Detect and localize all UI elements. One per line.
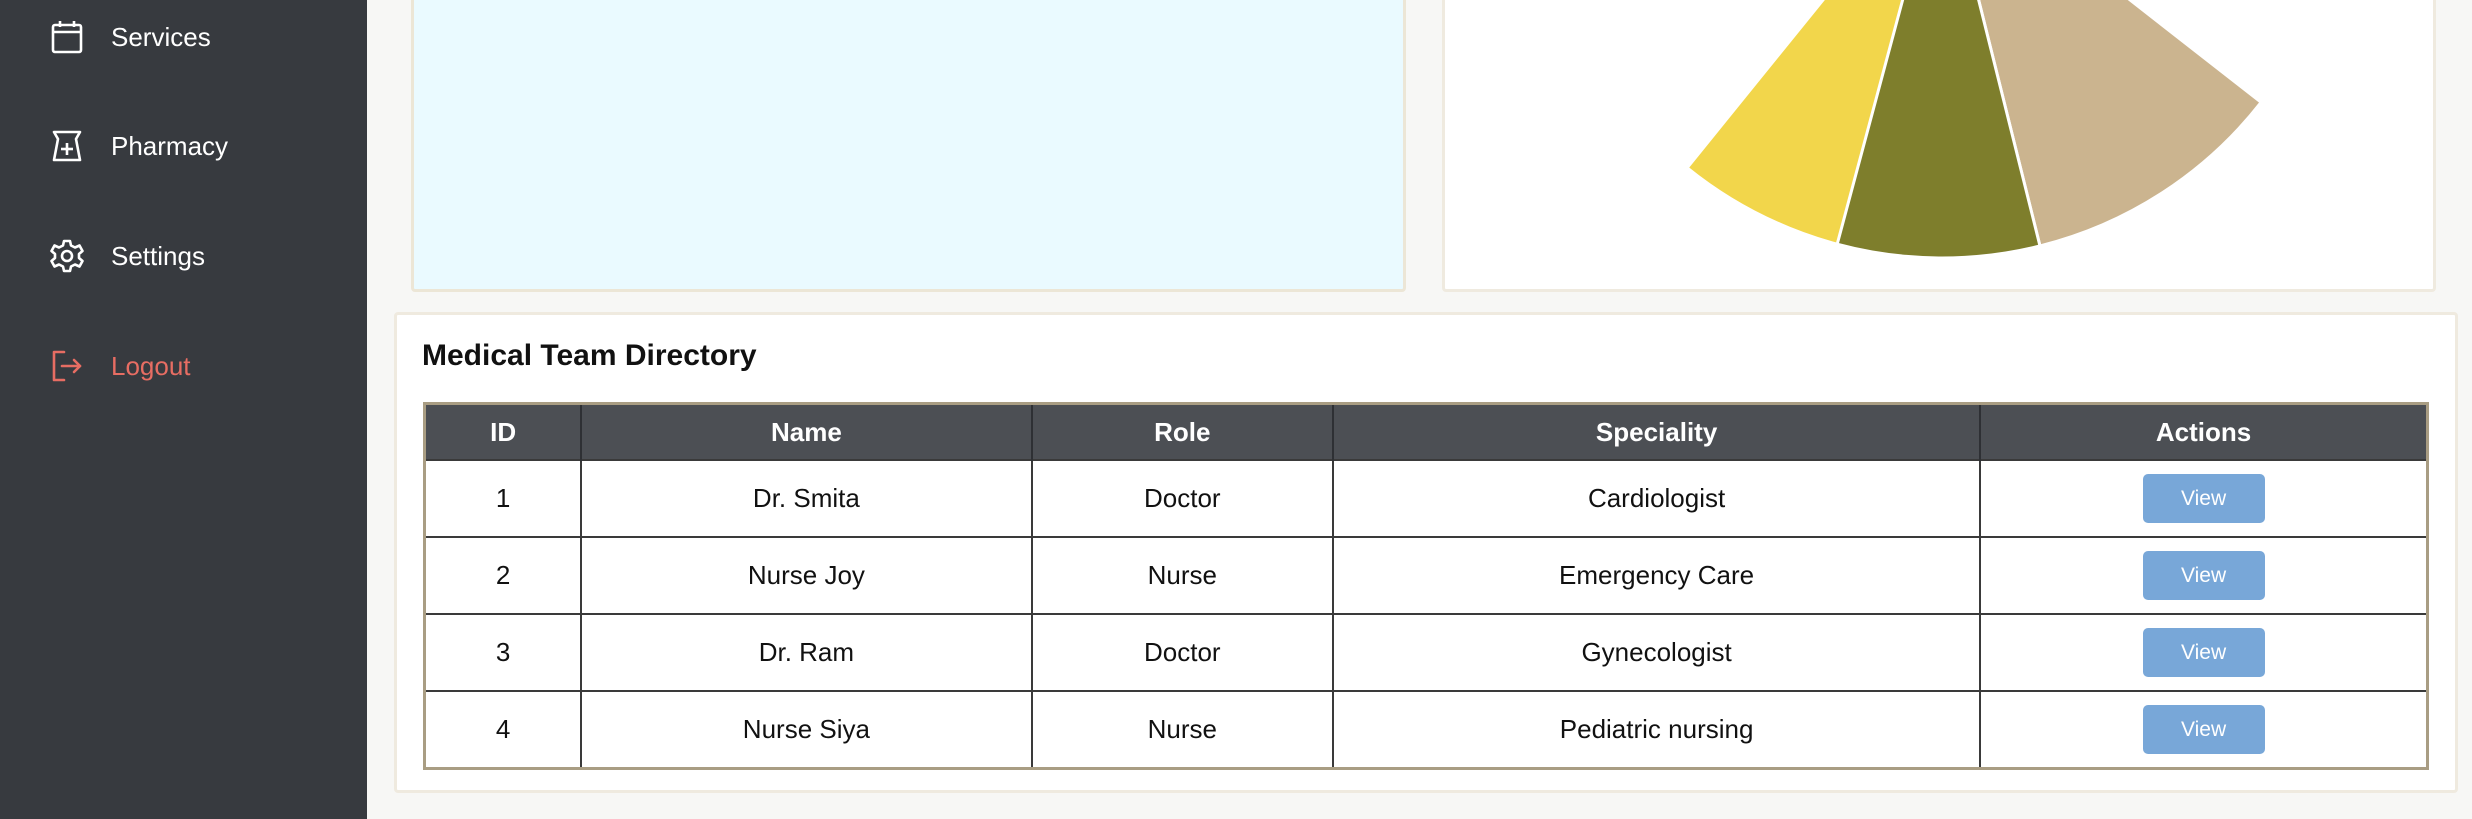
cell-id: 1 (424, 459, 583, 537)
table-row: 4 Nurse Siya Nurse Pediatric nursing Vie… (424, 690, 2428, 769)
cell-id: 4 (424, 690, 583, 769)
cell-speciality: Cardiologist (1333, 459, 1982, 537)
cell-speciality: Emergency Care (1333, 536, 1982, 614)
sidebar-item-label: Pharmacy (111, 130, 229, 161)
column-header-name: Name (581, 403, 1033, 460)
cell-name: Nurse Siya (581, 690, 1033, 769)
cell-id: 2 (424, 536, 583, 614)
column-header-role: Role (1031, 403, 1335, 460)
cell-actions: View (1980, 459, 2428, 537)
view-button[interactable]: View (2142, 474, 2265, 523)
sidebar-item-pharmacy[interactable]: Pharmacy (50, 126, 228, 166)
cell-name: Dr. Smita (581, 459, 1033, 537)
view-button[interactable]: View (2142, 705, 2265, 754)
sidebar-item-label: Logout (111, 350, 191, 381)
pharmacy-icon (50, 129, 84, 163)
table-header-row: ID Name Role Speciality Actions (424, 403, 2428, 460)
table-row: 1 Dr. Smita Doctor Cardiologist View (424, 459, 2428, 537)
medical-team-directory-card: Medical Team Directory ID Name Role Spec… (394, 312, 2458, 793)
logout-icon (50, 349, 84, 383)
cell-role: Doctor (1031, 613, 1335, 691)
cell-name: Dr. Ram (581, 613, 1033, 691)
sidebar-item-label: Settings (111, 240, 205, 271)
pie-chart (1685, 0, 2264, 260)
cell-speciality: Gynecologist (1333, 613, 1982, 691)
sidebar: Services Pharmacy Settings Logout (0, 0, 367, 819)
cell-speciality: Pediatric nursing (1333, 690, 1982, 769)
cell-actions: View (1980, 536, 2428, 614)
column-header-id: ID (424, 403, 583, 460)
table-row: 3 Dr. Ram Doctor Gynecologist View (424, 613, 2428, 691)
sidebar-item-settings[interactable]: Settings (50, 236, 205, 276)
cell-name: Nurse Joy (581, 536, 1033, 614)
cell-actions: View (1980, 690, 2428, 769)
cell-role: Nurse (1031, 536, 1335, 614)
medical-team-table: ID Name Role Speciality Actions 1 Dr. Sm… (423, 402, 2429, 770)
pie-chart-panel (1442, 0, 2436, 292)
cell-role: Doctor (1031, 459, 1335, 537)
cell-role: Nurse (1031, 690, 1335, 769)
cell-id: 3 (424, 613, 583, 691)
sidebar-item-services[interactable]: Services (50, 17, 211, 57)
table-title: Medical Team Directory (422, 339, 757, 372)
column-header-speciality: Speciality (1333, 403, 1982, 460)
view-button[interactable]: View (2142, 551, 2265, 600)
sidebar-item-label: Services (111, 21, 211, 52)
view-button[interactable]: View (2142, 628, 2265, 677)
chart-panel-left (411, 0, 1406, 292)
table-row: 2 Nurse Joy Nurse Emergency Care View (424, 536, 2428, 614)
cell-actions: View (1980, 613, 2428, 691)
column-header-actions: Actions (1980, 403, 2428, 460)
gear-icon (50, 239, 84, 273)
calendar-icon (50, 20, 84, 54)
sidebar-item-logout[interactable]: Logout (50, 346, 191, 386)
